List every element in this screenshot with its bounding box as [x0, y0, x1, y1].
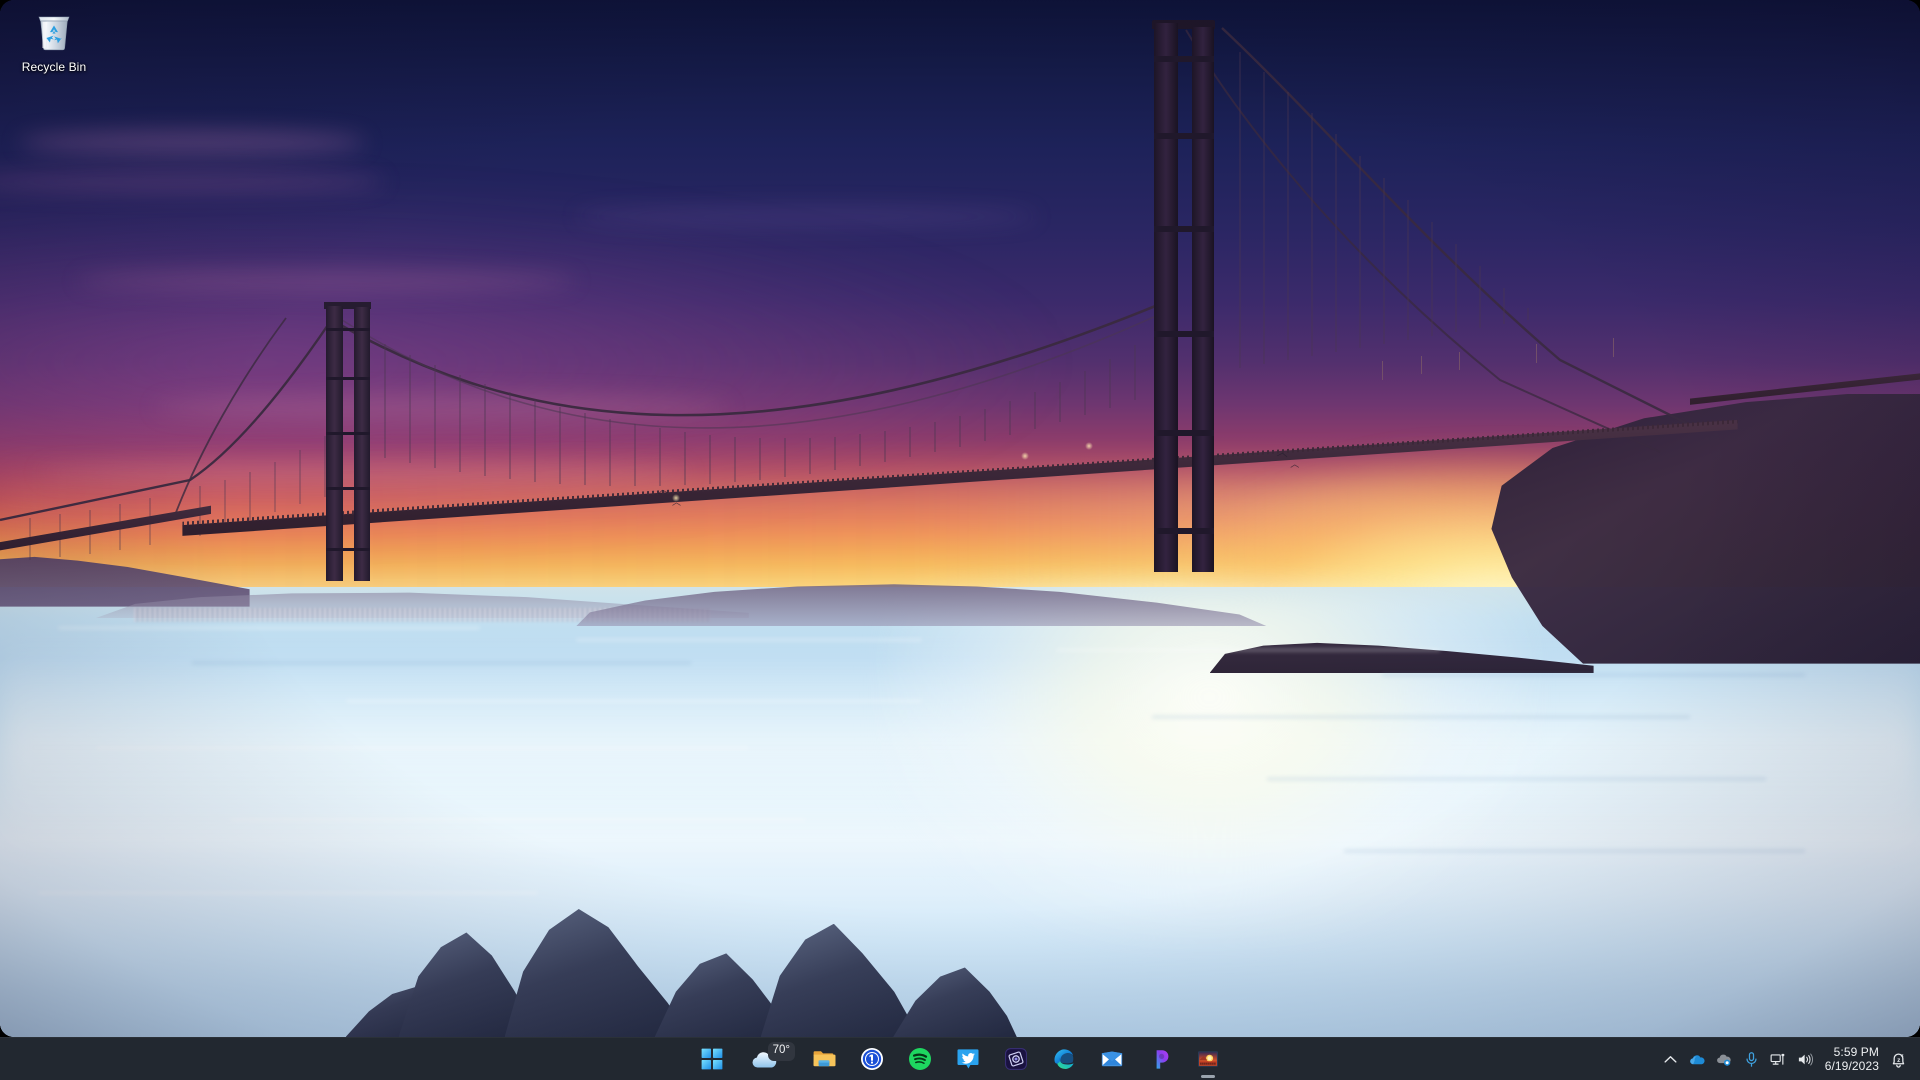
cloud-filled-icon: [1689, 1054, 1705, 1064]
phone-link-icon: [1148, 1047, 1172, 1071]
spotify-button[interactable]: [900, 1039, 940, 1079]
start-button[interactable]: [692, 1039, 732, 1079]
chevron-up-icon: [1664, 1055, 1677, 1063]
file-explorer-button[interactable]: [804, 1039, 844, 1079]
taskbar[interactable]: 70° 5:59 PM 6/19/2023 z z: [0, 1037, 1920, 1080]
spotify-icon: [908, 1047, 932, 1071]
onepassword-button[interactable]: [852, 1039, 892, 1079]
weather-widget[interactable]: 70°: [740, 1039, 796, 1079]
microphone-icon: [1746, 1051, 1757, 1067]
edge-icon: [1052, 1047, 1076, 1071]
clock-time: 5:59 PM: [1833, 1044, 1879, 1059]
1password-icon: [860, 1047, 884, 1071]
onedrive-personal-button[interactable]: [1711, 1041, 1738, 1077]
desktop-icon-area[interactable]: Recycle Bin: [0, 0, 1920, 1037]
onedrive-button[interactable]: [1684, 1041, 1711, 1077]
network-button[interactable]: [1765, 1041, 1792, 1077]
photos-button[interactable]: [1188, 1039, 1228, 1079]
system-tray[interactable]: 5:59 PM 6/19/2023 z z: [1657, 1038, 1920, 1080]
svg-text:z: z: [1901, 1053, 1904, 1058]
recycle-bin-icon: [30, 8, 78, 56]
clock-date: 6/19/2023: [1824, 1059, 1879, 1073]
clock-and-date[interactable]: 5:59 PM 6/19/2023: [1819, 1041, 1887, 1077]
camo-icon: [1004, 1047, 1028, 1071]
photos-icon: [1196, 1047, 1220, 1071]
bell-dnd-icon: z z: [1892, 1052, 1905, 1068]
desktop-screen: ︿ ︿ ︿ ︿ Recycle Bin 70° 5:59 PM 6/19/202…: [0, 0, 1920, 1080]
microphone-button[interactable]: [1738, 1041, 1765, 1077]
mail-envelope-icon: [1100, 1047, 1124, 1071]
app-button-10[interactable]: [1140, 1039, 1180, 1079]
edge-button[interactable]: [1044, 1039, 1084, 1079]
weather-temperature: 70°: [767, 1042, 795, 1061]
windows-logo-icon: [700, 1047, 724, 1071]
volume-button[interactable]: [1792, 1041, 1819, 1077]
recycle-bin-label: Recycle Bin: [21, 60, 87, 74]
folder-icon: [812, 1047, 836, 1071]
twitter-bird-icon: [956, 1047, 980, 1071]
app-button-7[interactable]: [996, 1039, 1036, 1079]
show-hidden-icons-button[interactable]: [1657, 1041, 1684, 1077]
window-active-indicator: [1201, 1075, 1215, 1078]
speaker-icon: [1798, 1053, 1813, 1065]
taskbar-center-group: 70°: [0, 1038, 1920, 1080]
cloud-sync-icon: [1716, 1054, 1731, 1066]
recycle-bin-icon-item[interactable]: Recycle Bin: [6, 8, 102, 74]
network-monitor-icon: [1770, 1053, 1784, 1065]
notification-center-button[interactable]: z z: [1887, 1041, 1914, 1077]
twitter-button[interactable]: [948, 1039, 988, 1079]
mail-button[interactable]: [1092, 1039, 1132, 1079]
